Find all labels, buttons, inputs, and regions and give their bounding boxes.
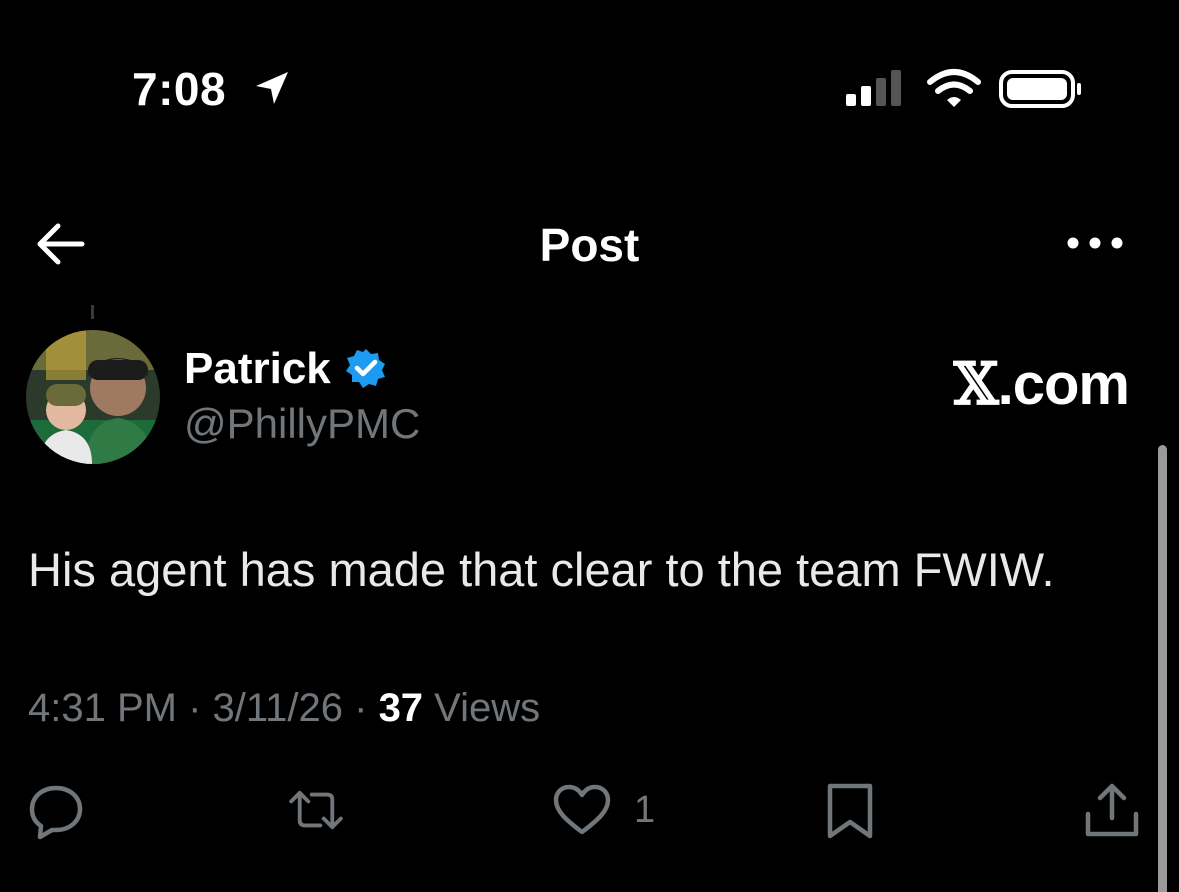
more-horizontal-icon[interactable] <box>1064 232 1126 254</box>
bookmark-button[interactable] <box>820 780 880 840</box>
app-screen: 7:08 Post Patrick @PhillyPMC 𝕏.com His a… <box>0 0 1179 892</box>
heart-icon <box>553 784 611 835</box>
views-label[interactable]: Views <box>423 686 540 730</box>
watermark-domain: .com <box>997 352 1130 417</box>
like-count: 1 <box>634 788 656 831</box>
meta-separator: · <box>176 686 213 730</box>
repost-button[interactable] <box>286 780 346 840</box>
post-time[interactable]: 4:31 PM <box>28 686 177 730</box>
avatar[interactable] <box>26 330 160 464</box>
cellular-signal-icon <box>846 70 901 106</box>
status-time: 7:08 <box>132 63 227 115</box>
author-handle[interactable]: @PhillyPMC <box>184 400 420 448</box>
bookmark-icon <box>827 783 873 839</box>
x-logo: 𝕏 <box>953 350 999 418</box>
post-text: His agent has made that clear to the tea… <box>28 543 1055 596</box>
views-count[interactable]: 37 <box>379 686 424 730</box>
verified-badge-icon <box>346 349 385 388</box>
thread-connector <box>91 305 94 319</box>
page-title: Post <box>539 219 640 271</box>
battery-icon <box>999 70 1081 108</box>
reply-button[interactable] <box>26 780 86 840</box>
scrollbar[interactable] <box>1158 445 1167 892</box>
location-arrow-icon <box>256 72 288 104</box>
reply-bubble-icon <box>29 785 83 840</box>
like-button[interactable]: 1 <box>552 780 655 840</box>
post-date[interactable]: 3/11/26 <box>213 686 344 730</box>
share-icon <box>1085 783 1139 837</box>
post-meta: 4:31 PM · 3/11/26 · 37 Views <box>28 686 540 731</box>
author-name[interactable]: Patrick <box>184 344 331 394</box>
repost-icon <box>289 790 343 830</box>
xcom-watermark: 𝕏.com <box>953 350 1130 418</box>
share-button[interactable] <box>1082 780 1142 840</box>
wifi-icon <box>927 69 981 107</box>
meta-separator: · <box>343 686 379 730</box>
